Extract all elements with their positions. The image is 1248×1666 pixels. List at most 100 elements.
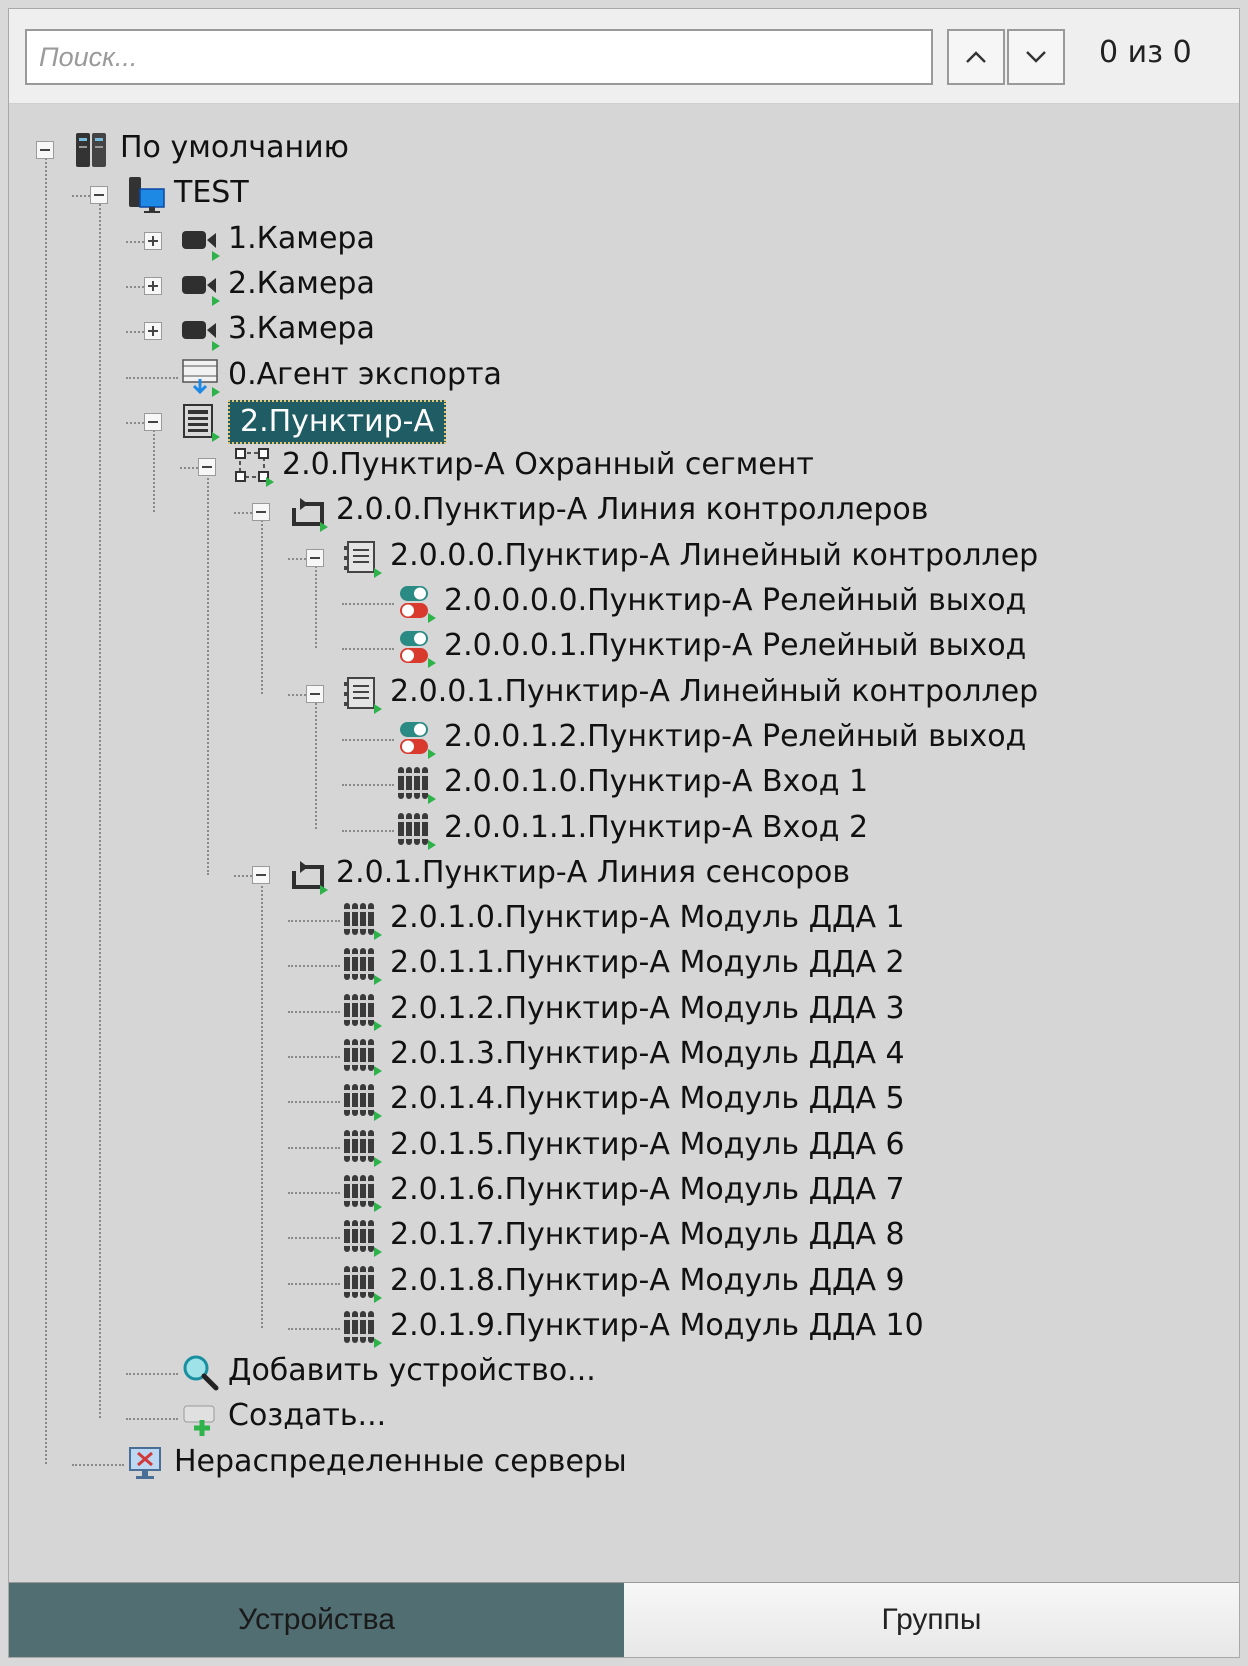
tree-connector (288, 693, 306, 696)
collapse-toggle[interactable] (252, 865, 270, 884)
tree-item[interactable]: 2.0.0.0.Пунктир-А Линейный контроллер (390, 536, 1038, 576)
input-sensor-icon (344, 1084, 382, 1122)
tree-connector (126, 285, 144, 288)
tree-item[interactable]: 2.0.0.Пунктир-А Линия контроллеров (336, 490, 928, 530)
tree-item[interactable]: 2.0.1.4.Пунктир-А Модуль ДДА 5 (390, 1079, 905, 1119)
tree-connector (261, 512, 263, 694)
collapse-toggle[interactable] (36, 141, 54, 159)
input-sensor-icon (344, 993, 382, 1031)
tree-item[interactable]: 2.0.1.8.Пунктир-А Модуль ДДА 9 (390, 1261, 905, 1301)
chevron-down-icon (1026, 51, 1046, 63)
tree-item[interactable]: 2.0.Пунктир-А Охранный сегмент (282, 445, 814, 485)
tree-connector (126, 1373, 178, 1376)
bottom-tabs: Устройства Группы (9, 1582, 1239, 1657)
tree-connector (342, 603, 394, 605)
server-rack-icon (76, 133, 106, 167)
collapse-toggle[interactable] (90, 186, 108, 205)
collapse-toggle[interactable] (144, 412, 162, 431)
segment-icon (235, 448, 274, 488)
camera-icon (182, 321, 220, 352)
collapse-toggle[interactable] (198, 458, 216, 477)
tree-connector (288, 1191, 340, 1194)
controller-icon (344, 540, 382, 578)
tree-connector (261, 874, 263, 1328)
tree-item[interactable]: 2.0.0.1.0.Пунктир-А Вход 1 (444, 762, 868, 802)
tree-connector (288, 1237, 340, 1240)
tree-item[interactable]: 2.0.0.0.1.Пунктир-А Релейный выход (444, 626, 1026, 666)
collapse-toggle[interactable] (252, 503, 270, 522)
tree-item[interactable]: 2.0.1.2.Пунктир-А Модуль ДДА 3 (390, 989, 905, 1029)
tree-item[interactable]: 2.0.0.1.1.Пунктир-А Вход 2 (444, 808, 868, 848)
relay-output-icon (400, 586, 436, 623)
camera-icon (182, 275, 220, 306)
tree-item[interactable]: 2.0.1.3.Пунктир-А Модуль ДДА 4 (390, 1034, 905, 1074)
tree-connector (288, 1056, 340, 1058)
tree-connector (126, 331, 144, 334)
input-sensor-icon (344, 1265, 382, 1303)
tree-item[interactable]: 2.0.1.0.Пунктир-А Модуль ДДА 1 (390, 898, 905, 938)
expand-toggle[interactable] (144, 276, 162, 295)
tree-item[interactable]: 1.Камера (228, 219, 375, 259)
search-toolbar: 0 из 0 (9, 9, 1239, 104)
tree-connector (153, 421, 155, 513)
tree-item[interactable]: 2.0.1.6.Пунктир-А Модуль ДДА 7 (390, 1170, 905, 1210)
tree-connector (126, 421, 144, 424)
tree-connector (288, 920, 340, 923)
create-add-icon (183, 1405, 215, 1437)
input-sensor-icon (398, 767, 436, 805)
tab-devices[interactable]: Устройства (9, 1583, 624, 1657)
tree-item[interactable]: Добавить устройство... (228, 1351, 596, 1391)
tree-item[interactable]: 2.0.0.0.0.Пунктир-А Релейный выход (444, 581, 1026, 621)
tree-connector (342, 784, 394, 787)
input-sensor-icon (344, 948, 382, 986)
tree-connector (126, 240, 144, 243)
input-sensor-icon (344, 1310, 382, 1348)
search-input[interactable] (25, 29, 933, 85)
tree-connector (288, 557, 306, 560)
chevron-up-icon (966, 51, 986, 63)
tree-item[interactable]: 2.0.1.9.Пунктир-А Модуль ДДА 10 (390, 1306, 924, 1346)
expand-toggle[interactable] (144, 231, 162, 250)
input-sensor-icon (344, 1129, 382, 1167)
tree-connector (288, 965, 340, 968)
tree-item[interactable]: 2.Камера (228, 264, 375, 304)
expand-toggle[interactable] (144, 322, 162, 341)
search-next-button[interactable] (1007, 29, 1065, 85)
collapse-toggle[interactable] (306, 548, 324, 567)
device-tree-panel: 0 из 0 По умолчанию TEST 1.Камера 2.Камера 3… (8, 8, 1240, 1658)
tree-item[interactable]: 2.0.1.7.Пунктир-А Модуль ДДА 8 (390, 1215, 905, 1255)
device-tree[interactable]: По умолчанию TEST 1.Камера 2.Камера 3.Камера… (9, 103, 1239, 1583)
tree-connector (342, 648, 394, 651)
tree-connector (342, 738, 394, 741)
tree-item[interactable]: Нераспределенные серверы (174, 1442, 627, 1482)
tree-connector (288, 1327, 340, 1330)
tree-connector (288, 1010, 340, 1013)
tree-item[interactable]: TEST (174, 173, 249, 213)
collapse-toggle[interactable] (306, 684, 324, 703)
tree-item[interactable]: 2.0.1.Пунктир-А Линия сенсоров (336, 853, 850, 893)
tree-item[interactable]: 0.Агент экспорта (228, 355, 502, 395)
tree-item[interactable]: По умолчанию (120, 128, 349, 168)
search-add-icon (183, 1355, 219, 1391)
relay-output-icon (400, 721, 436, 759)
tree-connector (342, 829, 394, 832)
input-sensor-icon (398, 812, 436, 850)
tree-item[interactable]: 2.0.0.1.Пунктир-А Линейный контроллер (390, 672, 1038, 712)
tree-connector (45, 150, 47, 1464)
tree-item[interactable]: 3.Камера (228, 309, 375, 349)
tree-item[interactable]: 2.0.1.1.Пунктир-А Модуль ДДА 2 (390, 943, 905, 983)
tree-item[interactable]: 2.Пунктир-А (228, 399, 447, 444)
tab-groups[interactable]: Группы (624, 1583, 1239, 1657)
tree-connector (126, 1418, 178, 1421)
input-sensor-icon (344, 1174, 382, 1212)
tree-connector (288, 1101, 340, 1104)
search-result-counter: 0 из 0 (1099, 35, 1192, 70)
search-prev-button[interactable] (947, 29, 1005, 85)
tree-item[interactable]: Создать... (228, 1396, 386, 1436)
tree-item[interactable]: 2.0.0.1.2.Пунктир-А Релейный выход (444, 717, 1026, 757)
server-computer-icon (129, 177, 165, 214)
loop-line-icon (292, 498, 328, 533)
tree-item[interactable]: 2.0.1.5.Пунктир-А Модуль ДДА 6 (390, 1125, 905, 1165)
controller-icon (344, 676, 382, 714)
camera-icon (182, 230, 220, 261)
